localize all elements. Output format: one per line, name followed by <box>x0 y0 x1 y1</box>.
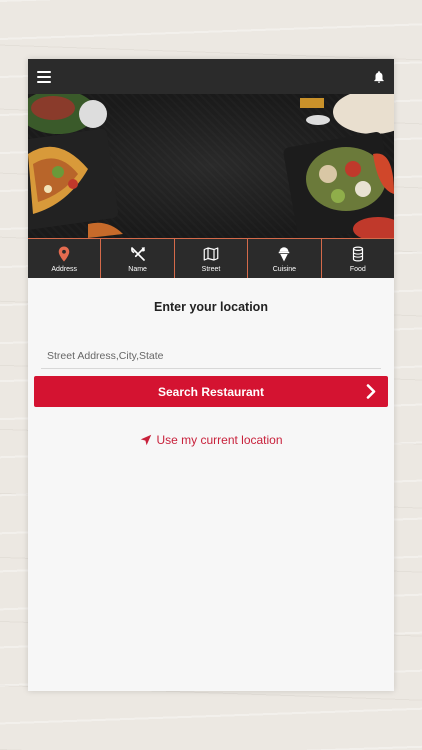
bell-icon[interactable] <box>372 70 386 84</box>
tab-food-label: Food <box>349 265 366 273</box>
hero-banner-image <box>28 94 394 238</box>
top-bar <box>28 59 394 94</box>
can-icon <box>352 245 363 261</box>
tab-address[interactable]: Address <box>28 239 102 278</box>
tab-street-label: Street <box>201 265 221 273</box>
tab-name[interactable]: Name <box>101 239 175 278</box>
chevron-right-icon <box>366 384 376 399</box>
search-restaurant-label: Search Restaurant <box>157 384 265 399</box>
use-current-location-label: Use my current location <box>156 433 283 447</box>
page-title: Enter your location <box>154 300 268 314</box>
address-input[interactable] <box>41 343 381 368</box>
search-restaurant-button[interactable]: Search Restaurant <box>34 376 388 407</box>
tab-food[interactable]: Food <box>322 239 394 278</box>
tab-street[interactable]: Street <box>175 239 249 278</box>
ice-cream-icon <box>279 246 290 261</box>
app-screen: Address Name Street Cuisine Food Enter y… <box>28 59 394 691</box>
search-mode-tabs: Address Name Street Cuisine Food <box>28 238 394 278</box>
tab-address-label: Address <box>51 265 78 273</box>
tab-name-label: Name <box>128 265 147 273</box>
map-pin-icon <box>58 246 70 261</box>
address-field-wrapper <box>41 343 381 369</box>
hamburger-menu-icon[interactable] <box>37 70 51 83</box>
tab-cuisine-label: Cuisine <box>272 265 297 273</box>
location-form: Enter your location Search Restaurant Us… <box>28 278 394 447</box>
fork-knife-icon <box>130 246 145 261</box>
map-icon <box>203 246 219 261</box>
tab-cuisine[interactable]: Cuisine <box>248 239 322 278</box>
use-current-location-link[interactable]: Use my current location <box>28 433 394 447</box>
location-arrow-icon <box>141 434 152 446</box>
